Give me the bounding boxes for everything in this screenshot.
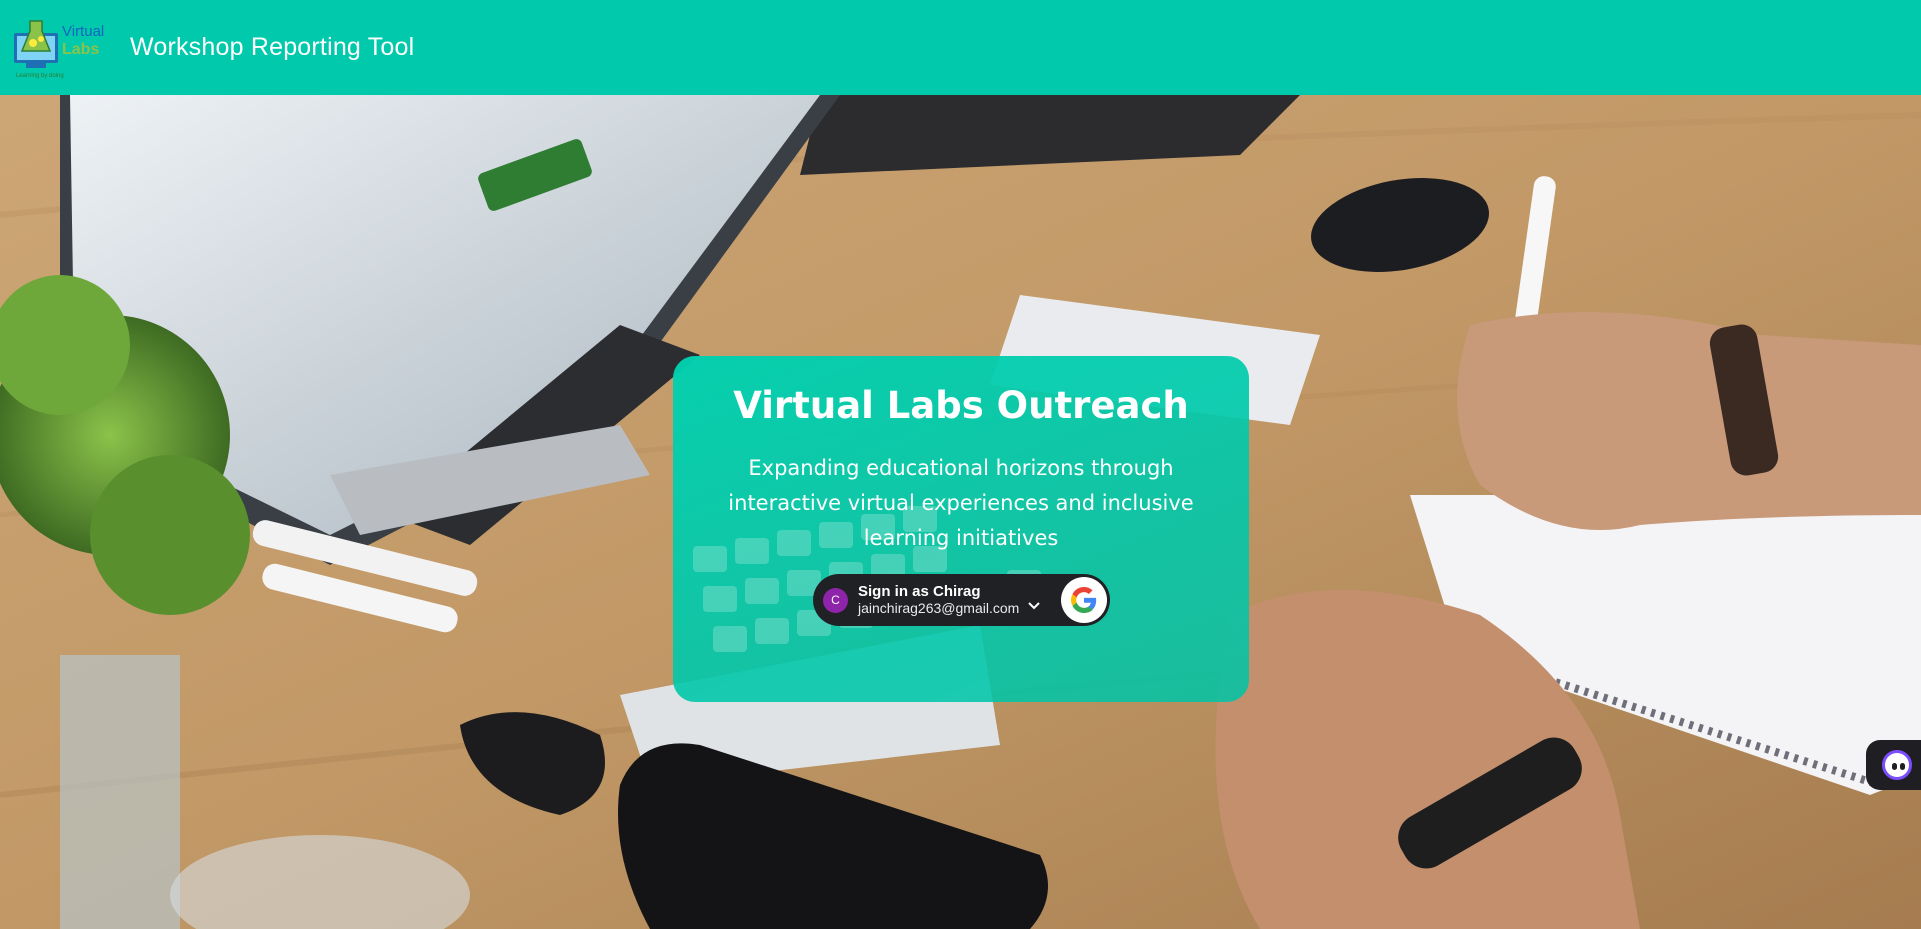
chevron-down-icon[interactable]: [1027, 599, 1041, 613]
signin-email: jainchirag263@gmail.com: [858, 600, 1020, 616]
signin-text-block: Sign in as Chirag jainchirag263@gmail.co…: [858, 583, 1020, 617]
user-avatar: C: [823, 587, 848, 613]
logo-text-labs: Labs: [62, 41, 99, 58]
chatbot-face-icon: [1882, 750, 1912, 780]
outreach-card: Virtual Labs Outreach Expanding educatio…: [673, 356, 1249, 702]
google-signin-button[interactable]: C Sign in as Chirag jainchirag263@gmail.…: [813, 574, 1110, 626]
google-logo-icon: [1061, 577, 1107, 623]
card-subtitle: Expanding educational horizons through i…: [728, 455, 1194, 550]
chatbot-launcher-button[interactable]: [1866, 740, 1921, 790]
chatbot-eye-right: [1900, 763, 1905, 770]
logo-text-virtual: Virtual: [62, 23, 104, 40]
virtual-labs-logo[interactable]: Virtual Labs Learning by doing: [12, 17, 116, 79]
card-title: Virtual Labs Outreach: [733, 384, 1189, 427]
logo-tagline: Learning by doing: [16, 73, 64, 79]
page: Virtual Labs Learning by doing Workshop …: [0, 0, 1921, 929]
signin-label: Sign in as Chirag: [858, 583, 981, 600]
app-title: Workshop Reporting Tool: [130, 33, 415, 61]
top-header-bar: Virtual Labs Learning by doing Workshop …: [0, 0, 1921, 95]
chatbot-eye-left: [1892, 763, 1897, 770]
